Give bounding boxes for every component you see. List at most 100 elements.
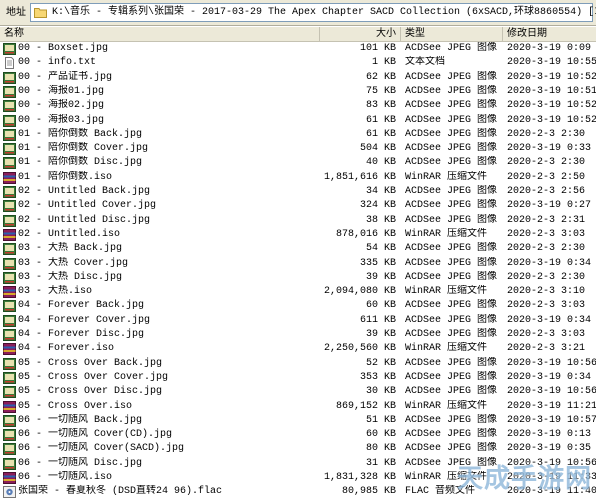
file-type: ACDSee JPEG 图像 [405,257,498,269]
file-row[interactable]: 02 - Untitled.iso 878,016 KB WinRAR 压缩文件 20… [0,228,596,242]
address-input[interactable]: K:\音乐 - 专辑系列\张国荣 - 2017-03-29 The Apex C… [30,3,596,22]
file-size: 101 KB [359,43,396,54]
watermark-logo: 天成手游网 [456,464,592,494]
file-name: 01 - 陪你倒数 Cover.jpg [18,143,149,155]
file-modified-date: 2020-2-3 3:10 [507,286,586,298]
jpg-file-icon [3,100,16,113]
rar-file-icon [3,343,16,356]
column-type-header[interactable]: 类型 [401,27,503,41]
file-modified-date: 2020-3-19 10:57 [507,414,596,426]
rar-file-icon [3,400,16,413]
file-modified-date: 2020-3-19 0:09 [507,43,592,54]
file-name: 04 - Forever Cover.jpg [18,314,151,326]
jpg-file-icon [3,85,16,98]
file-type: ACDSee JPEG 图像 [405,357,498,369]
file-name: 06 - 一切随风.iso [18,472,113,483]
file-type: ACDSee JPEG 图像 [405,143,498,155]
file-row[interactable]: 06 - 一切随风 Cover(CD).jpg 60 KB ACDSee JPEG … [0,428,596,442]
file-row[interactable]: 00 - 海报02.jpg 83 KB ACDSee JPEG 图像 2020-3-1… [0,99,596,113]
file-size: 30 KB [365,386,396,398]
file-row[interactable]: 06 - 一切随风 Back.jpg 51 KB ACDSee JPEG 图像 202… [0,414,596,428]
jpg-file-icon [3,114,16,127]
jpg-file-icon [3,143,16,156]
file-row[interactable]: 06 - 一切随风 Cover(SACD).jpg 80 KB ACDSee JPE… [0,442,596,456]
jpg-file-icon [3,357,16,370]
file-size: 80 KB [365,443,396,455]
file-size: 335 KB [359,257,396,269]
file-type: ACDSee JPEG 图像 [405,128,498,140]
file-row[interactable]: 00 - 产品证书.jpg 62 KB ACDSee JPEG 图像 2020-3-1… [0,71,596,85]
file-row[interactable]: 03 - 大热 Back.jpg 54 KB ACDSee JPEG 图像 2020-… [0,242,596,256]
file-modified-date: 2020-3-19 10:55 [507,57,596,69]
file-row[interactable]: 01 - 陪你倒数 Back.jpg 61 KB ACDSee JPEG 图像 202… [0,128,596,142]
rar-file-icon [3,171,16,184]
file-row[interactable]: 05 - Cross Over Disc.jpg 30 KB ACDSee JPEG… [0,385,596,399]
file-size: 504 KB [359,143,396,155]
file-modified-date: 2020-2-3 2:30 [507,243,586,255]
file-row[interactable]: 02 - Untitled Disc.jpg 38 KB ACDSee JPEG 图… [0,214,596,228]
jpg-file-icon [3,271,16,284]
file-size: 80,985 KB [341,486,396,498]
file-row[interactable]: 04 - Forever Cover.jpg 611 KB ACDSee JPEG … [0,314,596,328]
address-bar: 地址 K:\音乐 - 专辑系列\张国荣 - 2017-03-29 The Ape… [0,0,596,26]
file-modified-date: 2020-2-3 2:56 [507,186,586,197]
file-name: 02 - Untitled.iso [18,228,121,240]
file-type: ACDSee JPEG 图像 [405,100,498,112]
file-type: WinRAR 压缩文件 [405,171,488,183]
file-row[interactable]: 01 - 陪你倒数.iso 1,851,616 KB WinRAR 压缩文件 2020… [0,171,596,185]
file-row[interactable]: 00 - info.txt 1 KB 文本文档 2020-3-19 10:55 [0,56,596,70]
file-row[interactable]: 04 - Forever.iso 2,250,560 KB WinRAR 压缩文件 2… [0,342,596,356]
file-modified-date: 2020-3-19 11:21 [507,400,596,412]
file-modified-date: 2020-3-19 0:34 [507,257,592,269]
file-row[interactable]: 05 - Cross Over Cover.jpg 353 KB ACDSee JP… [0,371,596,385]
rar-file-icon [3,228,16,241]
file-size: 869,152 KB [335,400,396,412]
file-row[interactable]: 05 - Cross Over Back.jpg 52 KB ACDSee JPEG… [0,357,596,371]
file-size: 60 KB [365,300,396,312]
folder-icon [34,8,47,18]
file-name: 03 - 大热 Cover.jpg [18,257,129,269]
file-name: 张国荣 - 春夏秋冬 (DSD直转24 96).flac [18,486,223,498]
file-row[interactable]: 04 - Forever Back.jpg 60 KB ACDSee JPEG 图像… [0,299,596,313]
file-type: ACDSee JPEG 图像 [405,157,498,169]
file-row[interactable]: 00 - 海报01.jpg 75 KB ACDSee JPEG 图像 2020-3-1… [0,85,596,99]
file-type: ACDSee JPEG 图像 [405,329,498,340]
file-size: 39 KB [365,271,396,283]
file-row[interactable]: 04 - Forever Disc.jpg 39 KB ACDSee JPEG 图像… [0,328,596,342]
file-modified-date: 2020-3-19 10:56 [507,357,596,369]
file-row[interactable]: 01 - 陪你倒数 Disc.jpg 40 KB ACDSee JPEG 图像 202… [0,156,596,170]
file-row[interactable]: 03 - 大热 Cover.jpg 335 KB ACDSee JPEG 图像 202… [0,257,596,271]
column-modified-header[interactable]: 修改日期 [503,27,596,41]
file-name: 05 - Cross Over Cover.jpg [18,371,169,383]
column-size-header[interactable]: 大小 [320,27,401,41]
file-modified-date: 2020-2-3 2:31 [507,214,586,226]
file-type: WinRAR 压缩文件 [405,286,488,298]
file-modified-date: 2020-3-19 10:52 [507,114,596,126]
file-type: ACDSee JPEG 图像 [405,314,498,326]
file-name: 05 - Cross Over Back.jpg [18,357,163,369]
file-size: 40 KB [365,157,396,169]
file-modified-date: 2020-3-19 10:52 [507,71,596,83]
file-row[interactable]: 03 - 大热.iso 2,094,080 KB WinRAR 压缩文件 2020-2… [0,285,596,299]
file-row[interactable]: 00 - 海报03.jpg 61 KB ACDSee JPEG 图像 2020-3-1… [0,114,596,128]
file-row[interactable]: 01 - 陪你倒数 Cover.jpg 504 KB ACDSee JPEG 图像 2… [0,142,596,156]
file-row[interactable]: 02 - Untitled Cover.jpg 324 KB ACDSee JPEG… [0,199,596,213]
file-name: 00 - Boxset.jpg [18,43,109,54]
file-modified-date: 2020-3-19 10:52 [507,100,596,112]
file-name: 00 - 海报02.jpg [18,100,105,112]
file-size: 34 KB [365,186,396,197]
column-name-header[interactable]: 名称 [0,27,320,41]
file-size: 31 KB [365,457,396,469]
file-size: 51 KB [365,414,396,426]
file-name: 00 - info.txt [18,57,97,69]
file-modified-date: 2020-2-3 2:30 [507,271,586,283]
file-row[interactable]: 00 - Boxset.jpg 101 KB ACDSee JPEG 图像 2020-… [0,42,596,56]
jpg-file-icon [3,300,16,313]
file-type: ACDSee JPEG 图像 [405,114,498,126]
file-row[interactable]: 02 - Untitled Back.jpg 34 KB ACDSee JPEG 图… [0,185,596,199]
file-row[interactable]: 03 - 大热 Disc.jpg 39 KB ACDSee JPEG 图像 2020-… [0,271,596,285]
file-row[interactable]: 05 - Cross Over.iso 869,152 KB WinRAR 压缩文件… [0,400,596,414]
file-modified-date: 2020-2-3 3:03 [507,329,586,340]
file-size: 353 KB [359,371,396,383]
file-modified-date: 2020-2-3 2:30 [507,157,586,169]
